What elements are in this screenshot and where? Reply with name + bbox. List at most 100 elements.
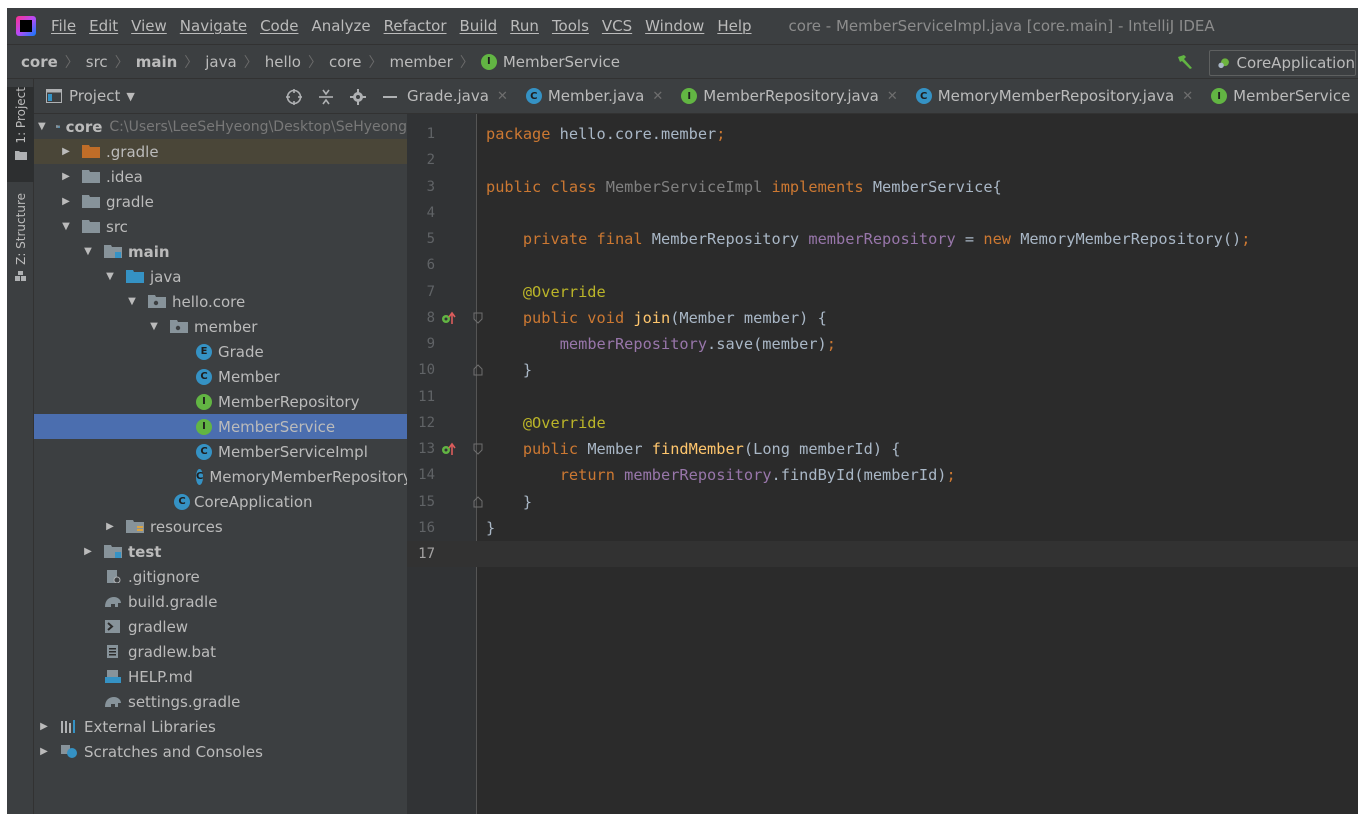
implements-method-icon[interactable]: [441, 442, 457, 456]
collapse-all-icon[interactable]: [317, 88, 335, 106]
tree-item-member[interactable]: C Member: [34, 364, 407, 389]
tree-item-gitignore[interactable]: .gitignore: [34, 564, 407, 589]
enum-icon: E: [196, 343, 212, 360]
line-number: 16: [418, 520, 435, 536]
tree-item-main[interactable]: ▼ main: [34, 239, 407, 264]
expanded-arrow-icon[interactable]: ▼: [60, 221, 72, 232]
tree-item-label: .gitignore: [128, 567, 200, 586]
breadcrumb-core[interactable]: core: [21, 53, 58, 71]
tab-member-java[interactable]: C Member.java ✕: [518, 79, 673, 113]
expanded-arrow-icon[interactable]: ▼: [148, 321, 160, 332]
code-text: memberRepository.save(member);: [559, 335, 836, 353]
collapsed-arrow-icon[interactable]: ▶: [38, 721, 50, 732]
menu-view[interactable]: View: [131, 17, 167, 35]
collapsed-arrow-icon[interactable]: ▶: [60, 146, 72, 157]
breadcrumb-hello[interactable]: hello: [265, 53, 301, 71]
expanded-arrow-icon[interactable]: ▼: [126, 296, 138, 307]
menu-file[interactable]: File: [51, 17, 76, 35]
tree-item-memberrepository[interactable]: I MemberRepository: [34, 389, 407, 414]
code-editor[interactable]: 1 package hello.core.member; 2 3 public …: [407, 114, 1358, 814]
tree-item-label: main: [128, 242, 170, 261]
close-icon[interactable]: ✕: [887, 89, 898, 104]
tab-memorymemberrepository-java[interactable]: C MemoryMemberRepository.java ✕: [908, 79, 1203, 113]
tree-item-label: .idea: [106, 167, 143, 186]
implements-method-icon[interactable]: [441, 311, 457, 325]
tree-item-test[interactable]: ▶ test: [34, 539, 407, 564]
breadcrumb-memberservice[interactable]: MemberService: [503, 53, 620, 71]
interface-icon: I: [1211, 88, 1228, 104]
collapsed-arrow-icon[interactable]: ▶: [82, 546, 94, 557]
menu-help[interactable]: Help: [717, 17, 751, 35]
breadcrumb-member[interactable]: member: [389, 53, 452, 71]
breadcrumb-java[interactable]: java: [205, 53, 236, 71]
collapsed-arrow-icon[interactable]: ▶: [38, 746, 50, 757]
tree-item-memorymemberrepository[interactable]: C MemoryMemberRepository: [34, 464, 407, 489]
tree-item-gradlew-bat[interactable]: gradlew.bat: [34, 639, 407, 664]
breadcrumb-core-pkg[interactable]: core: [329, 53, 362, 71]
menu-analyze[interactable]: Analyze: [311, 17, 370, 35]
collapsed-arrow-icon[interactable]: ▶: [60, 196, 72, 207]
tab-structure-tool[interactable]: Z: Structure: [7, 193, 34, 288]
tree-item-label: src: [106, 217, 128, 236]
tree-item-grade[interactable]: E Grade: [34, 339, 407, 364]
tree-item-settings-gradle[interactable]: settings.gradle: [34, 689, 407, 714]
tree-item-scratches[interactable]: ▶ Scratches and Consoles: [34, 739, 407, 764]
menu-tools[interactable]: Tools: [552, 17, 589, 35]
menu-navigate[interactable]: Navigate: [180, 17, 247, 35]
dropdown-caret-icon[interactable]: ▼: [126, 90, 134, 103]
code-line: 11: [407, 384, 1358, 410]
gear-icon[interactable]: [349, 88, 367, 106]
menu-build[interactable]: Build: [460, 17, 498, 35]
code-line: 13 public Member findMember(Long memberI…: [407, 436, 1358, 462]
close-icon[interactable]: ✕: [1182, 89, 1193, 104]
fold-icon[interactable]: [473, 312, 483, 324]
tree-item-gradle-dir[interactable]: ▶ .gradle: [34, 139, 407, 164]
tree-item-build-gradle[interactable]: build.gradle: [34, 589, 407, 614]
menu-refactor[interactable]: Refactor: [384, 17, 447, 35]
fold-end-icon[interactable]: [473, 364, 483, 376]
tab-grade-java[interactable]: Grade.java ✕: [407, 79, 518, 113]
close-icon[interactable]: ✕: [497, 89, 508, 104]
tree-item-src[interactable]: ▼ src: [34, 214, 407, 239]
minimize-icon[interactable]: [381, 88, 399, 106]
tree-item-gradlew[interactable]: gradlew: [34, 614, 407, 639]
menu-code[interactable]: Code: [260, 17, 298, 35]
expanded-arrow-icon[interactable]: ▼: [38, 121, 46, 132]
tree-item-coreapplication[interactable]: C CoreApplication: [34, 489, 407, 514]
expanded-arrow-icon[interactable]: ▼: [82, 246, 94, 257]
expanded-arrow-icon[interactable]: ▼: [104, 271, 116, 282]
build-hammer-icon[interactable]: [1176, 54, 1194, 70]
spring-boot-icon: [1218, 58, 1229, 69]
tab-memberservice-java[interactable]: I MemberService.java ✕: [1203, 79, 1358, 113]
menu-vcs[interactable]: VCS: [602, 17, 632, 35]
gradle-elephant-icon: [105, 597, 121, 607]
tree-item-root[interactable]: ▼ core C:\Users\LeeSeHyeong\Desktop\SeHy…: [34, 114, 407, 139]
tab-memberrepository-java[interactable]: I MemberRepository.java ✕: [673, 79, 907, 113]
menu-window[interactable]: Window: [645, 17, 704, 35]
breadcrumb-src[interactable]: src: [86, 53, 108, 71]
tree-item-hello-core[interactable]: ▼ hello.core: [34, 289, 407, 314]
tree-item-resources[interactable]: ▶ resources: [34, 514, 407, 539]
locate-target-icon[interactable]: [285, 88, 303, 106]
tree-item-external-libraries[interactable]: ▶ External Libraries: [34, 714, 407, 739]
collapsed-arrow-icon[interactable]: ▶: [104, 521, 116, 532]
tree-item-label: MemberRepository: [218, 392, 360, 411]
tree-item-memberservice[interactable]: I MemberService: [34, 414, 407, 439]
tree-item-gradle[interactable]: ▶ gradle: [34, 189, 407, 214]
tree-item-member-pkg[interactable]: ▼ member: [34, 314, 407, 339]
menu-edit[interactable]: Edit: [89, 17, 118, 35]
menu-run[interactable]: Run: [510, 17, 539, 35]
breadcrumb-main[interactable]: main: [136, 53, 178, 71]
tree-item-java[interactable]: ▼ java: [34, 264, 407, 289]
tree-item-memberserviceimpl[interactable]: C MemberServiceImpl: [34, 439, 407, 464]
tree-item-help-md[interactable]: HELP.md: [34, 664, 407, 689]
collapsed-arrow-icon[interactable]: ▶: [60, 171, 72, 182]
fold-end-icon[interactable]: [473, 496, 483, 508]
project-panel-title[interactable]: Project: [69, 87, 120, 105]
tree-item-idea[interactable]: ▶ .idea: [34, 164, 407, 189]
close-icon[interactable]: ✕: [652, 89, 663, 104]
fold-icon[interactable]: [473, 443, 483, 455]
code-line: 10 }: [407, 357, 1358, 383]
tab-project-tool[interactable]: 1: Project: [7, 87, 34, 182]
run-config-dropdown[interactable]: CoreApplication: [1209, 50, 1356, 76]
